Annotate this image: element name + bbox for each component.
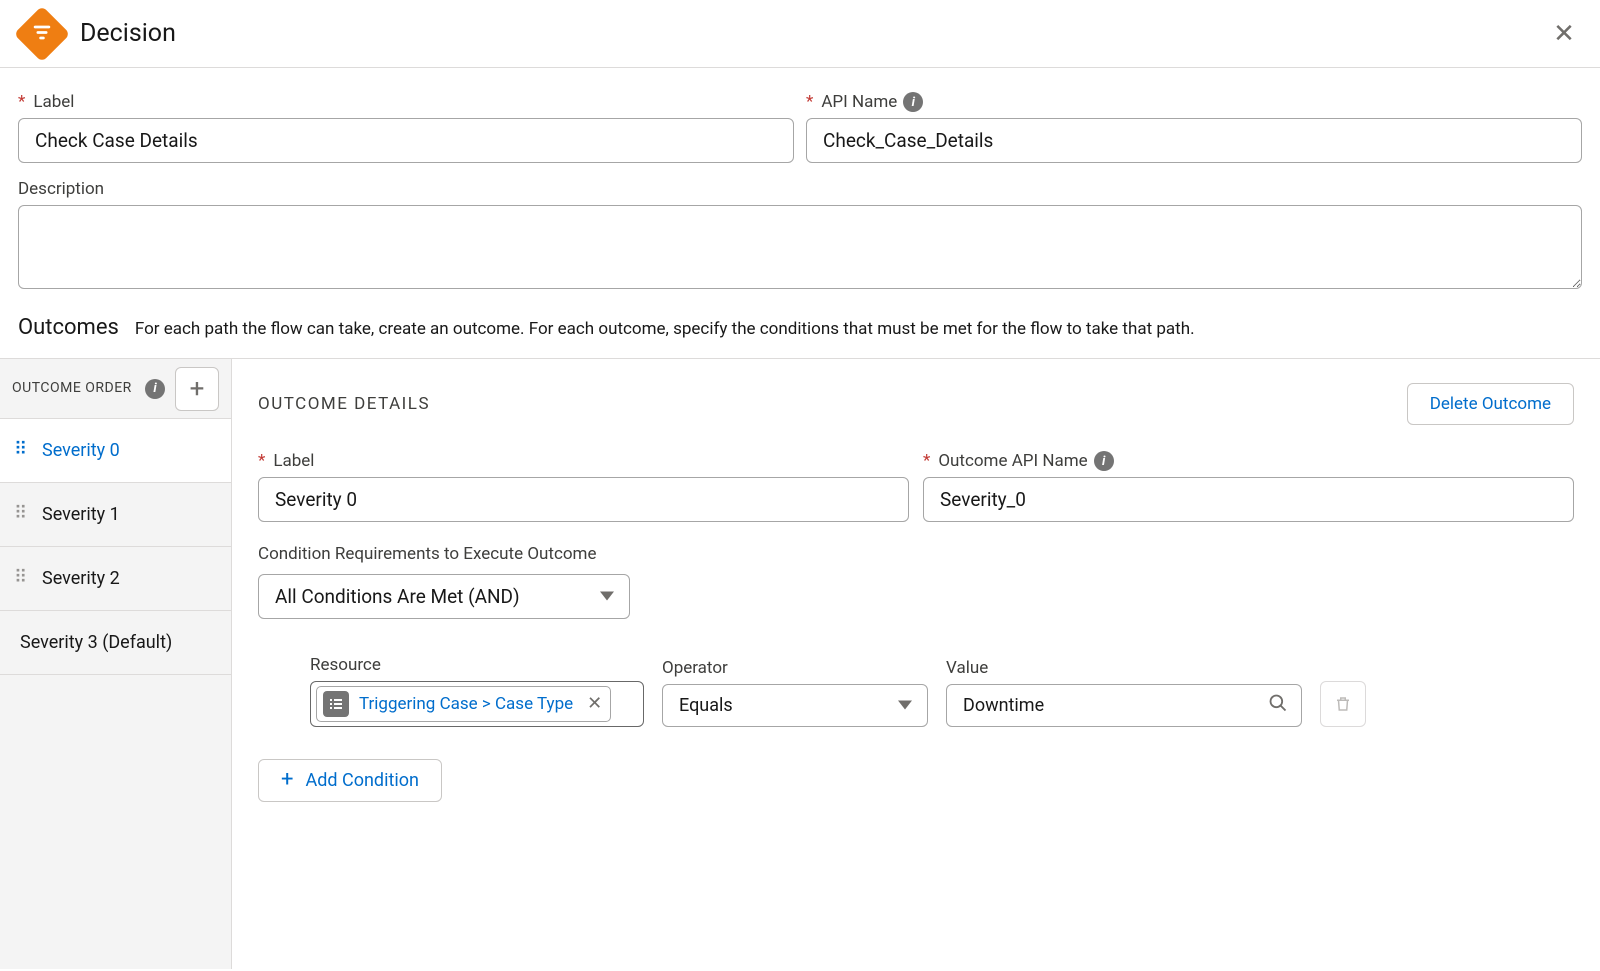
add-outcome-button[interactable]: +	[175, 367, 219, 411]
value-label: Value	[946, 658, 1302, 678]
label-input[interactable]	[18, 118, 794, 163]
list-icon	[323, 691, 349, 717]
description-input[interactable]	[18, 205, 1582, 289]
sidebar-item-severity-2[interactable]: Severity 2	[0, 547, 231, 611]
sidebar-title: OUTCOME ORDER	[12, 380, 145, 397]
plus-icon: +	[281, 771, 293, 789]
description-field-label: Description	[18, 179, 1582, 199]
drag-handle-icon[interactable]	[14, 511, 28, 518]
outcome-label-input[interactable]	[258, 477, 909, 522]
condition-requirements-select[interactable]: All Conditions Are Met (AND)	[258, 574, 630, 619]
sidebar-item-label: Severity 3 (Default)	[20, 632, 172, 653]
sidebar-item-label: Severity 1	[42, 504, 120, 525]
outcomes-help-text: For each path the flow can take, create …	[135, 319, 1195, 339]
label-field-label: *Label	[18, 92, 794, 112]
operator-label: Operator	[662, 658, 928, 678]
sidebar-item-label: Severity 0	[42, 440, 120, 461]
value-input[interactable]	[946, 684, 1302, 727]
outcomes-heading: Outcomes	[18, 315, 119, 340]
outcome-sidebar: OUTCOME ORDER i + Severity 0 Severity 1 …	[0, 359, 232, 969]
add-condition-button[interactable]: + Add Condition	[258, 759, 442, 802]
outcome-api-input[interactable]	[923, 477, 1574, 522]
sidebar-item-severity-0[interactable]: Severity 0	[0, 419, 231, 483]
info-icon[interactable]: i	[145, 379, 165, 399]
outcome-label-label: *Label	[258, 451, 909, 471]
close-button[interactable]: ✕	[1546, 16, 1582, 52]
info-icon[interactable]: i	[903, 92, 923, 112]
decision-icon	[14, 5, 71, 62]
resource-input[interactable]: Triggering Case > Case Type ✕	[310, 681, 644, 727]
pill-remove-icon[interactable]: ✕	[587, 693, 602, 714]
sidebar-item-severity-1[interactable]: Severity 1	[0, 483, 231, 547]
dialog-header: Decision ✕	[0, 0, 1600, 68]
outcome-details-title: OUTCOME DETAILS	[258, 394, 1407, 414]
api-name-field-label: *API Name i	[806, 92, 1582, 112]
operator-select[interactable]: Equals	[662, 684, 928, 727]
delete-outcome-button[interactable]: Delete Outcome	[1407, 383, 1574, 425]
delete-condition-button[interactable]	[1320, 681, 1366, 727]
outcome-details: OUTCOME DETAILS Delete Outcome *Label *O…	[232, 359, 1600, 969]
top-section: *Label *API Name i Description	[0, 68, 1600, 315]
info-icon[interactable]: i	[1094, 451, 1114, 471]
condition-requirements-label: Condition Requirements to Execute Outcom…	[258, 542, 598, 568]
resource-label: Resource	[310, 655, 644, 675]
resource-pill-text: Triggering Case > Case Type	[359, 694, 573, 714]
api-name-input[interactable]	[806, 118, 1582, 163]
sidebar-item-default[interactable]: Severity 3 (Default)	[0, 611, 231, 675]
dialog-title: Decision	[80, 19, 1546, 48]
outcome-api-label: *Outcome API Name i	[923, 451, 1574, 471]
sidebar-item-label: Severity 2	[42, 568, 120, 589]
drag-handle-icon[interactable]	[14, 575, 28, 582]
resource-pill[interactable]: Triggering Case > Case Type ✕	[316, 686, 611, 722]
drag-handle-icon[interactable]	[14, 447, 28, 454]
